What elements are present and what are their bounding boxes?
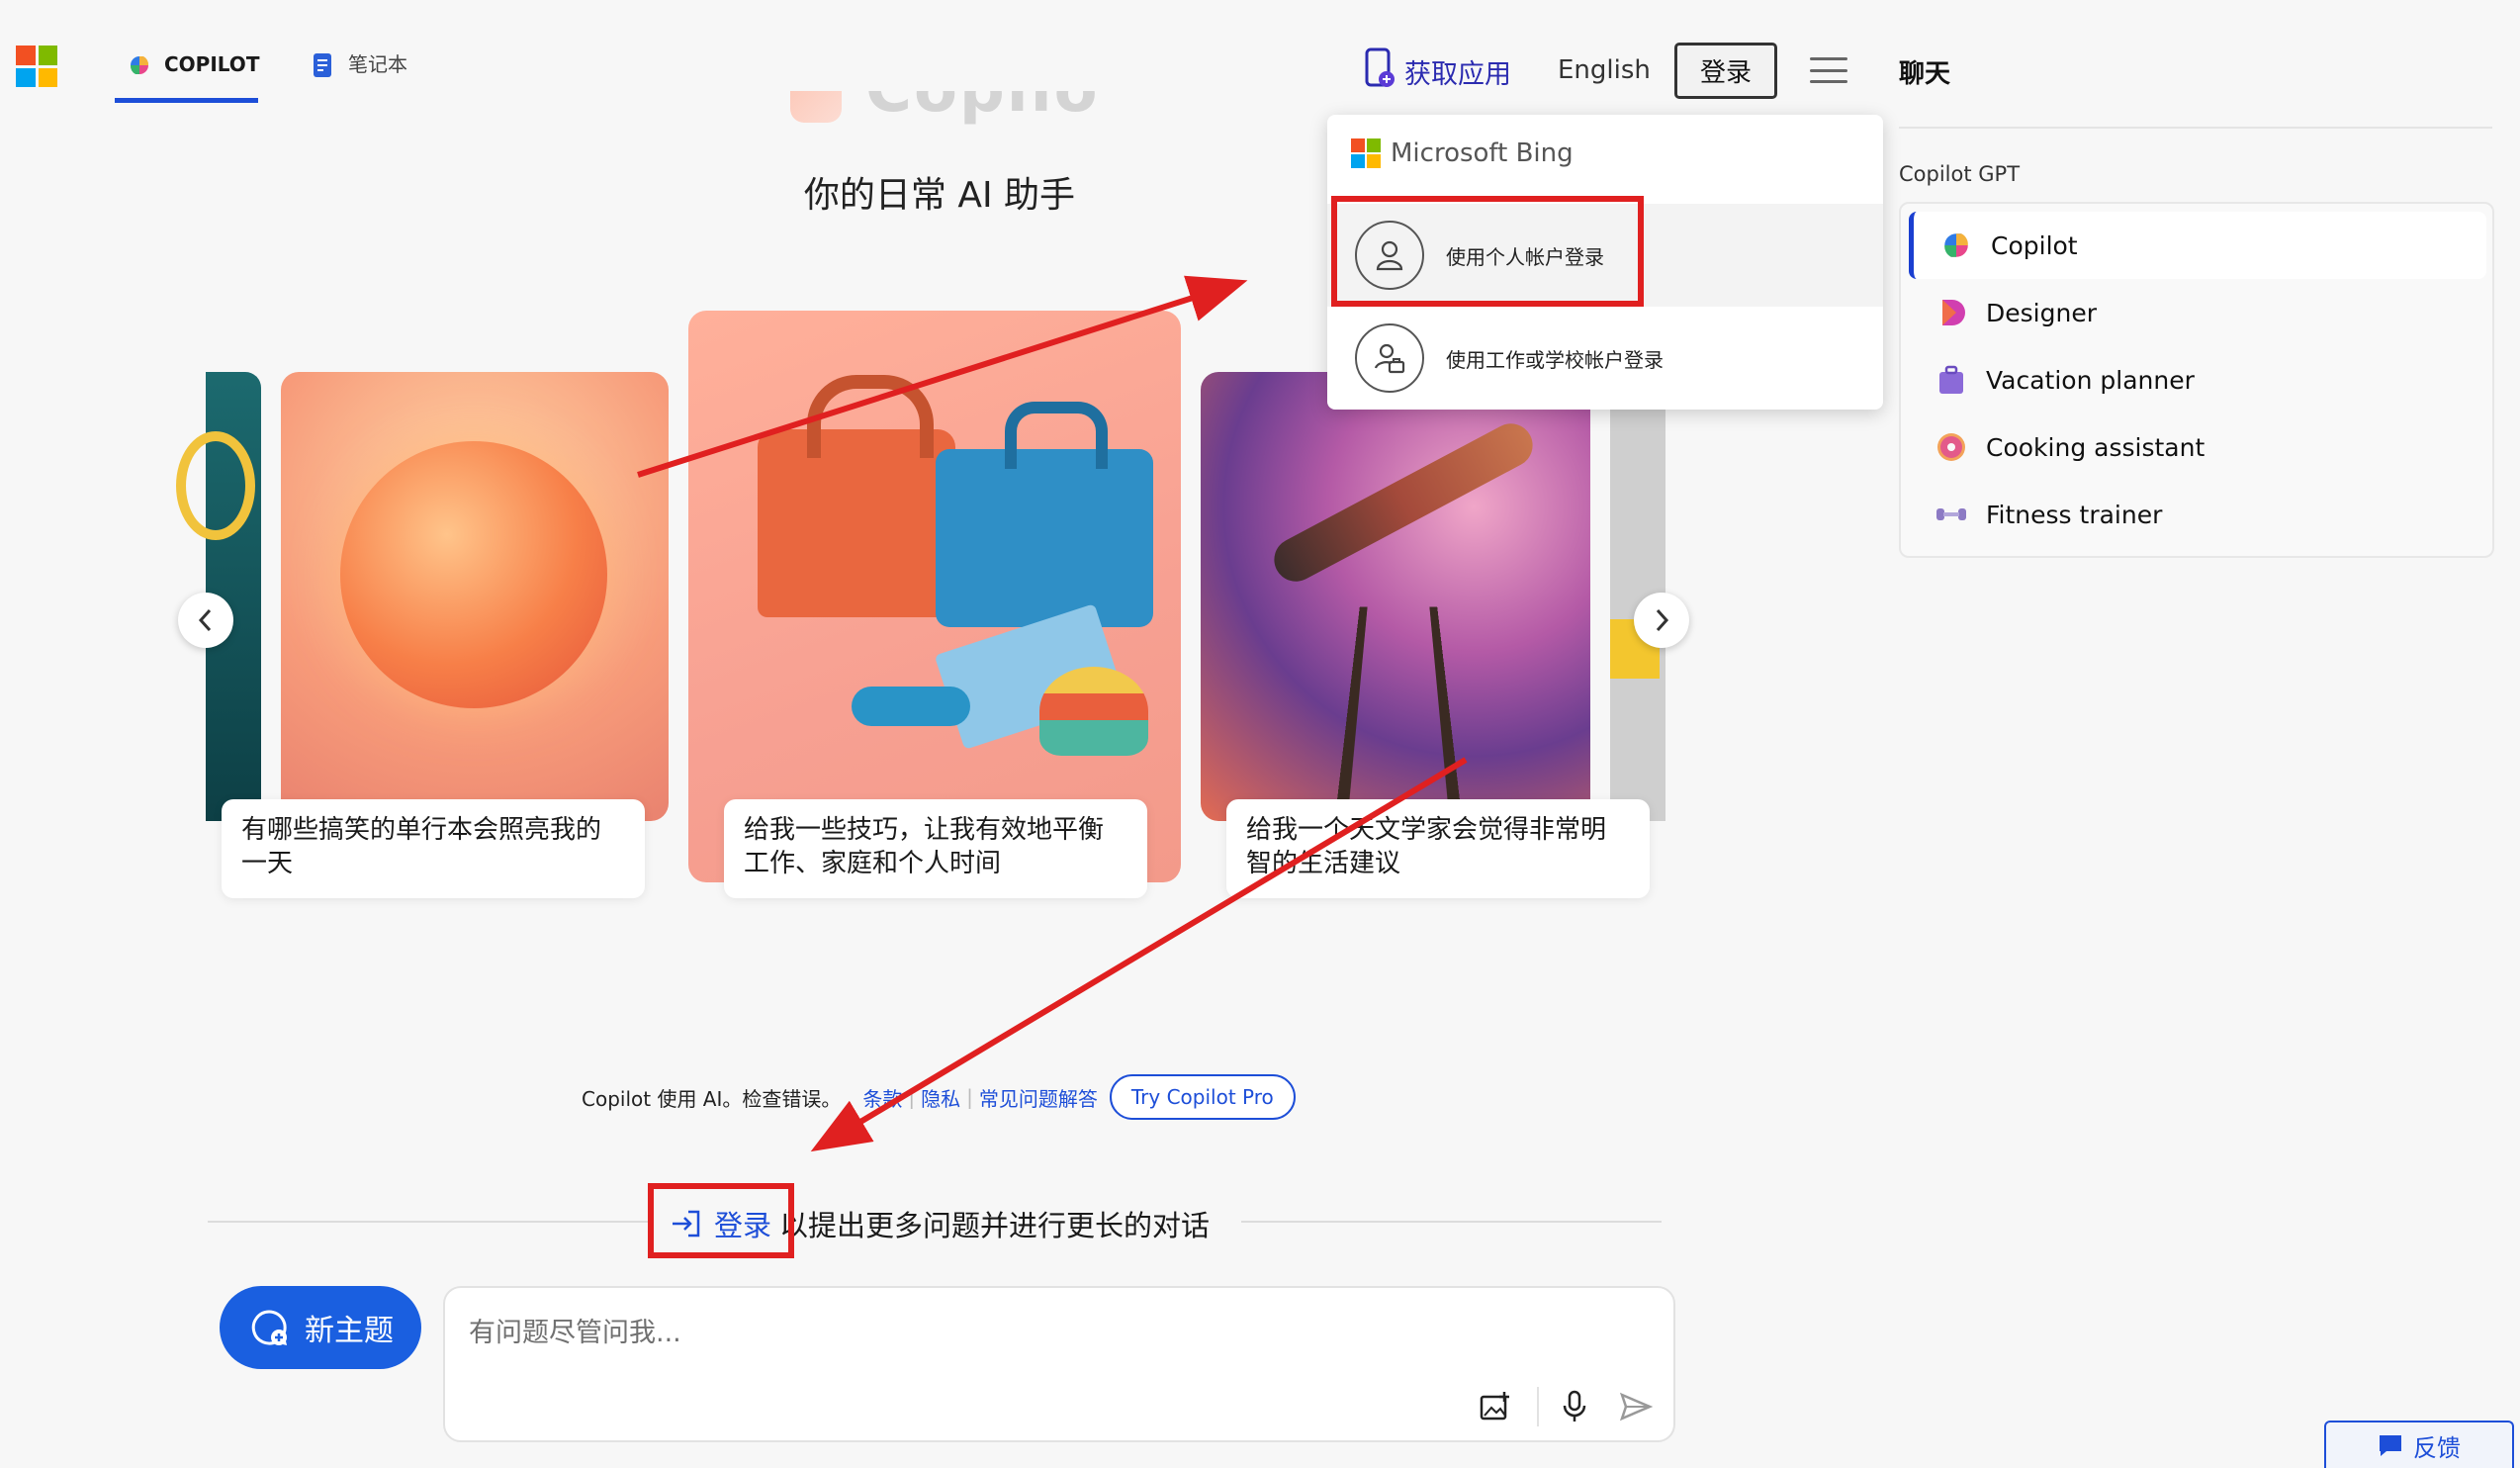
feedback-button[interactable]: 反馈 bbox=[2324, 1421, 2514, 1468]
gpt-section-label: Copilot GPT bbox=[1899, 162, 2021, 186]
copilot-icon bbox=[1939, 229, 1973, 262]
gpt-list: Copilot Designer Vacation planner Cookin… bbox=[1899, 202, 2494, 558]
dumbbell-icon bbox=[1935, 498, 1968, 531]
gpt-item-label: Copilot bbox=[1991, 230, 2078, 260]
feedback-label: 反馈 bbox=[2413, 1433, 2461, 1462]
gpt-item-label: Fitness trainer bbox=[1986, 500, 2163, 529]
designer-icon bbox=[1935, 296, 1968, 329]
suitcase-icon bbox=[1935, 363, 1968, 397]
gpt-item-vacation-planner[interactable]: Vacation planner bbox=[1909, 346, 2486, 413]
annotation-arrow bbox=[637, 275, 1248, 478]
divider bbox=[1899, 127, 2492, 129]
gpt-item-label: Vacation planner bbox=[1986, 365, 2195, 395]
chat-bubble-icon bbox=[2380, 1435, 2401, 1456]
gpt-item-designer[interactable]: Designer bbox=[1909, 279, 2486, 346]
gpt-item-fitness-trainer[interactable]: Fitness trainer bbox=[1909, 481, 2486, 548]
annotation-arrow bbox=[810, 757, 1468, 1152]
gpt-item-label: Cooking assistant bbox=[1986, 432, 2205, 462]
gpt-item-cooking-assistant[interactable]: Cooking assistant bbox=[1909, 413, 2486, 481]
gpt-item-label: Designer bbox=[1986, 298, 2097, 327]
gpt-item-copilot[interactable]: Copilot bbox=[1909, 212, 2486, 279]
sidebar-title: 聊天 bbox=[1899, 59, 1951, 89]
donut-icon bbox=[1935, 430, 1968, 464]
